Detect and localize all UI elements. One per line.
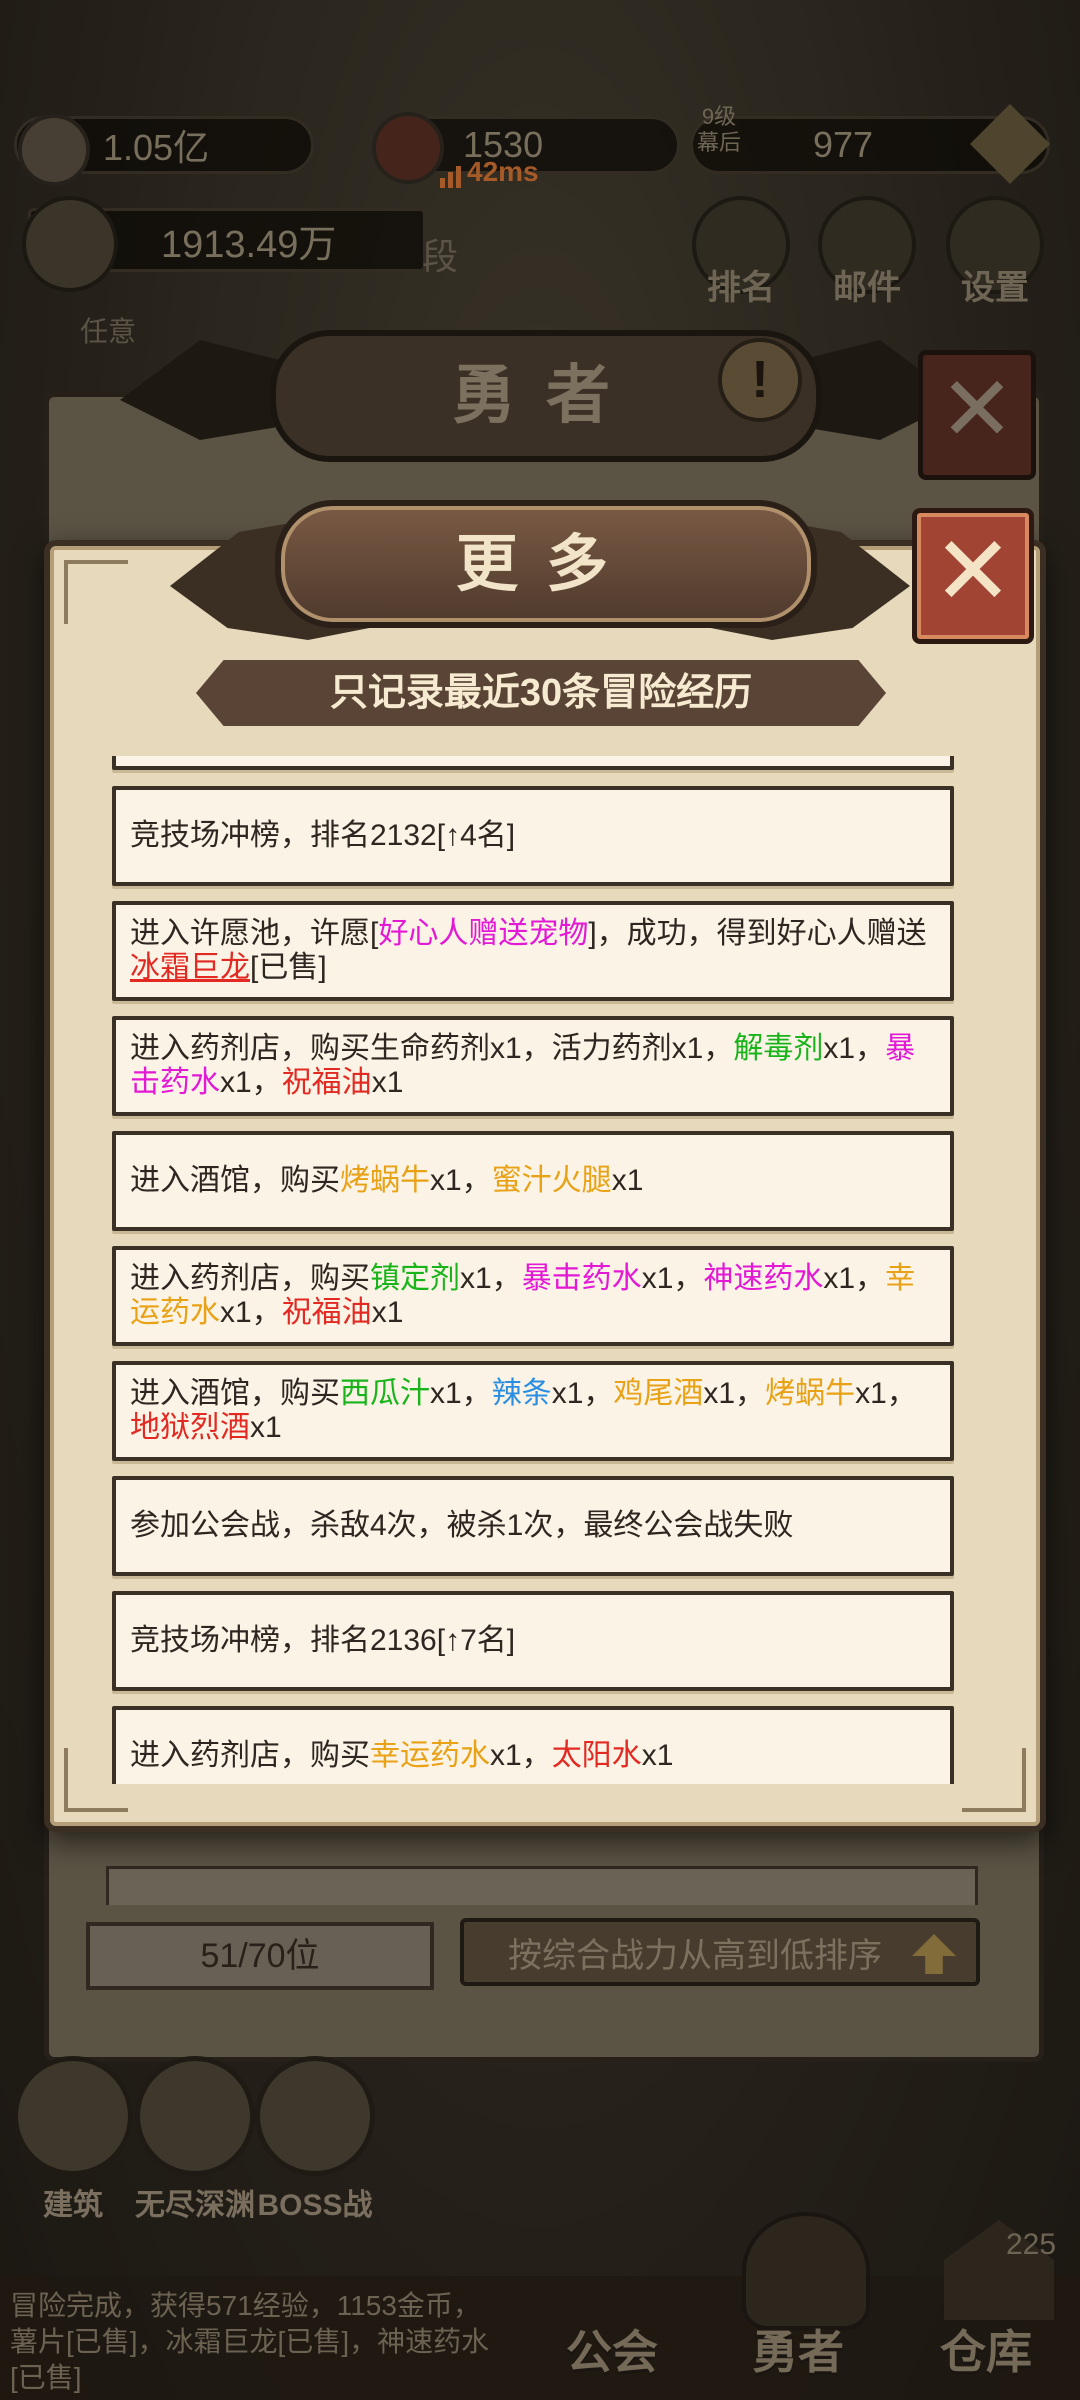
log-text: x1 <box>371 1296 404 1329</box>
log-entry-partial <box>112 756 954 770</box>
log-entry: 参加公会战，杀敌4次，被杀1次，最终公会战失败 <box>112 1476 954 1576</box>
log-text: x1， <box>823 1262 886 1295</box>
adventure-log-ticker: 冒险完成，获得571经验，1153金币，薯片[已售]，冰霜巨龙[已售]，神速药水… <box>10 2290 490 2393</box>
log-entry: 进入药剂店，购买幸运药水x1，太阳水x1 <box>112 1706 954 1784</box>
log-text: 参加公会战，杀敌4次，被杀1次，最终公会战失败 <box>130 1509 794 1542</box>
log-text: x1 <box>371 1066 404 1099</box>
boss-battle-button[interactable]: BOSS战 <box>250 2056 380 2224</box>
adventure-log-list[interactable]: 竞技场冲榜，排名2132[↑4名] 进入许愿池，许愿[好心人赠送宠物]，成功，得… <box>112 756 962 1784</box>
log-text: 进入酒馆，购买 <box>130 1377 340 1410</box>
close-icon: ✕ <box>932 518 1014 625</box>
endless-abyss-button[interactable]: 无尽深渊 <box>120 2056 270 2224</box>
building-button[interactable]: 建筑 <box>8 2056 138 2224</box>
item-name: 镇定剂 <box>370 1262 460 1295</box>
log-text: x1， <box>430 1164 492 1197</box>
log-text: 进入药剂店，购买 <box>130 1739 370 1772</box>
nav-guild[interactable]: 公会 <box>566 2316 658 2382</box>
nav-hero[interactable]: 勇者 <box>752 2316 844 2382</box>
log-text: x1， <box>641 1262 704 1295</box>
item-name: 神速药水 <box>703 1262 824 1295</box>
item-name: 冰霜巨龙 <box>130 951 250 984</box>
log-text: 进入药剂店，购买生命药剂x1，活力药剂x1， <box>130 1032 734 1065</box>
nav-warehouse[interactable]: 仓库 <box>940 2316 1032 2382</box>
log-text: x1 <box>641 1739 674 1772</box>
item-name: 烤蜗牛 <box>340 1164 430 1197</box>
corner-ornament <box>64 560 128 624</box>
item-name: 解毒剂 <box>733 1032 824 1065</box>
log-entry: 进入药剂店，购买生命药剂x1，活力药剂x1，解毒剂x1，暴击药水x1，祝福油x1 <box>112 1016 954 1116</box>
item-name: 地狱烈酒 <box>130 1411 250 1444</box>
more-panel-close-button[interactable]: ✕ <box>912 508 1034 644</box>
item-name: 好心人赠送宠物 <box>378 917 589 950</box>
log-entry: 进入酒馆，购买烤蜗牛x1，蜜汁火腿x1 <box>112 1131 954 1231</box>
log-text: x1 <box>250 1411 282 1444</box>
log-text: 进入酒馆，购买 <box>130 1164 340 1197</box>
warehouse-badge: 225 <box>1006 2228 1057 2261</box>
log-text: x1， <box>430 1377 492 1410</box>
corner-ornament <box>962 1748 1026 1812</box>
log-text: 进入许愿池，许愿[ <box>130 917 379 950</box>
item-name: 祝福油 <box>281 1066 372 1099</box>
log-entry: 进入酒馆，购买西瓜汁x1，辣条x1，鸡尾酒x1，烤蜗牛x1，地狱烈酒x1 <box>112 1361 954 1461</box>
log-text: x1， <box>220 1066 282 1099</box>
item-name: 烤蜗牛 <box>765 1377 856 1410</box>
castle-icon <box>13 2056 133 2176</box>
item-name: 蜜汁火腿 <box>491 1164 612 1197</box>
boss-helmet-icon <box>255 2056 375 2176</box>
log-text: x1， <box>490 1739 552 1772</box>
item-name: 西瓜汁 <box>340 1377 430 1410</box>
item-name: 鸡尾酒 <box>613 1377 704 1410</box>
log-limit-subtitle: 只记录最近30条冒险经历 <box>196 660 886 726</box>
abyss-icon <box>135 2056 255 2176</box>
log-text: x1， <box>823 1032 886 1065</box>
log-text: x1， <box>855 1377 917 1410</box>
item-name: 辣条 <box>491 1377 552 1410</box>
item-name: 祝福油 <box>281 1296 372 1329</box>
log-text: x1 <box>611 1164 644 1197</box>
log-text: 进入药剂店，购买 <box>130 1262 370 1295</box>
item-name: 暴击药水 <box>521 1262 642 1295</box>
log-text: x1， <box>220 1296 282 1329</box>
log-text: x1， <box>703 1377 766 1410</box>
item-name: 幸运药水 <box>370 1739 490 1772</box>
log-text: ]，成功，得到好心人赠送 <box>588 917 927 950</box>
log-text: x1， <box>460 1262 522 1295</box>
item-name: 太阳水 <box>551 1739 642 1772</box>
log-entry: 竞技场冲榜，排名2132[↑4名] <box>112 786 954 886</box>
log-entry: 进入药剂店，购买镇定剂x1，暴击药水x1，神速药水x1，幸运药水x1，祝福油x1 <box>112 1246 954 1346</box>
log-entry: 竞技场冲榜，排名2136[↑7名] <box>112 1591 954 1691</box>
hero-helmet-icon <box>742 2212 870 2330</box>
log-text: x1， <box>551 1377 614 1410</box>
log-text: [已售] <box>250 951 327 984</box>
more-panel-title: 更多 <box>275 500 817 628</box>
log-text: 竞技场冲榜，排名2132[↑4名] <box>130 819 516 852</box>
log-entry: 进入许愿池，许愿[好心人赠送宠物]，成功，得到好心人赠送 冰霜巨龙[已售] <box>112 901 954 1001</box>
log-text: 竞技场冲榜，排名2136[↑7名] <box>130 1624 516 1657</box>
